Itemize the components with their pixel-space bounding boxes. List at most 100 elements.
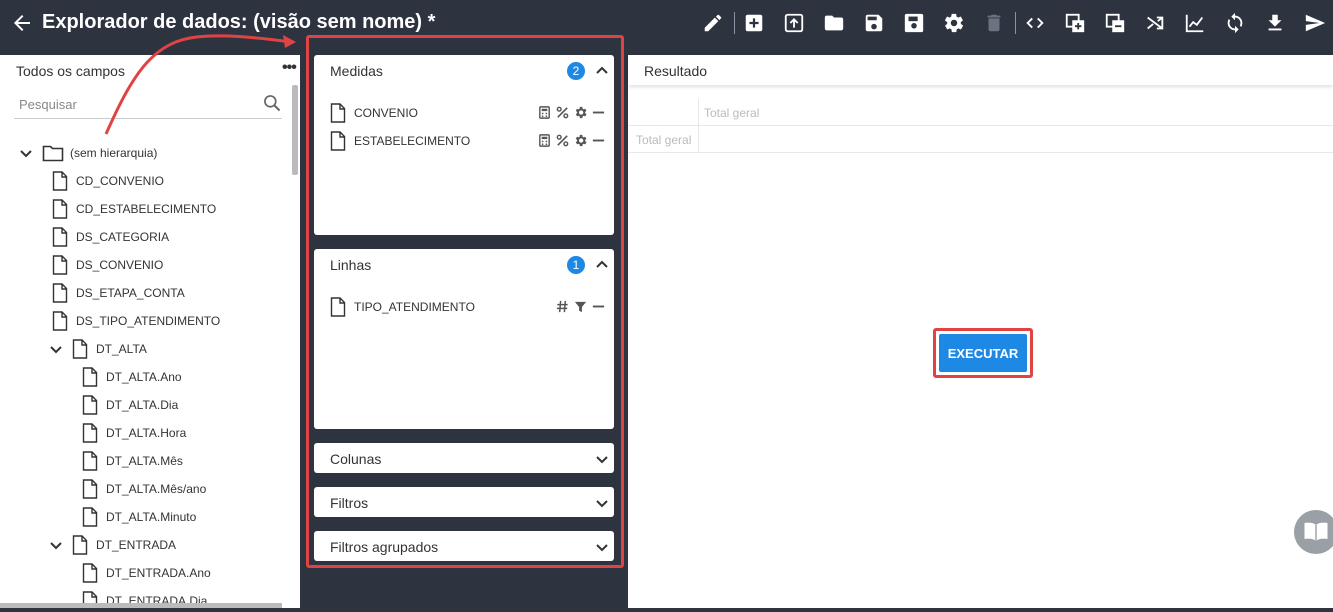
field-actions (537, 133, 606, 148)
delete-button[interactable] (981, 10, 1007, 36)
tree-item[interactable]: DT_ALTA.Mês/ano (82, 478, 206, 500)
run-button[interactable]: EXECUTAR (939, 334, 1027, 372)
rows-title: Linhas (330, 257, 372, 273)
add-button[interactable] (741, 10, 767, 36)
open-folder-button[interactable] (821, 10, 847, 36)
remove-icon[interactable] (591, 105, 606, 120)
chevron-up-icon[interactable] (593, 256, 611, 274)
back-arrow-icon[interactable] (10, 11, 34, 35)
grouped-filters-title: Filtros agrupados (330, 539, 439, 555)
chevron-down-icon[interactable] (593, 494, 611, 512)
help-button[interactable] (1294, 510, 1333, 554)
download-button[interactable] (1262, 10, 1288, 36)
folder-icon (42, 145, 64, 162)
add-copy-icon (1065, 13, 1085, 33)
tree-item-label: DT_ENTRADA.Ano (106, 566, 211, 580)
tree-item[interactable]: DS_ETAPA_CONTA (52, 282, 185, 304)
chevron-down-icon[interactable] (593, 538, 611, 556)
calculator-icon[interactable] (537, 133, 552, 148)
chevron-down-icon[interactable] (48, 341, 64, 357)
chevron-up-icon[interactable] (593, 62, 611, 80)
tree-group-dt-entrada[interactable]: DT_ENTRADA (48, 534, 176, 556)
grid-divider (698, 99, 699, 153)
tree-item[interactable]: DT_ALTA.Mês (82, 450, 183, 472)
add-copy-button[interactable] (1062, 10, 1088, 36)
search-input[interactable] (14, 93, 254, 115)
tree-item[interactable]: CD_ESTABELECIMENTO (52, 198, 216, 220)
row-field-row[interactable]: TIPO_ATENDIMENTO (330, 296, 606, 318)
save-button[interactable] (861, 10, 887, 36)
gear-icon[interactable] (573, 133, 588, 148)
tree-item-label: DS_TIPO_ATENDIMENTO (76, 314, 221, 328)
chart-icon (1185, 14, 1204, 33)
top-bar: Explorador de dados: (visão sem nome) * (0, 0, 1333, 46)
file-icon (330, 297, 346, 317)
remove-copy-icon (1105, 13, 1125, 33)
measures-card: Medidas 2 CONVENIO ESTABELECIMENTO (314, 55, 614, 235)
delete-icon (987, 14, 1001, 32)
file-icon (82, 395, 98, 415)
file-icon (330, 103, 346, 123)
search-icon[interactable] (262, 93, 282, 113)
file-icon (52, 199, 68, 219)
gear-icon[interactable] (573, 105, 588, 120)
tree-item-label: CD_CONVENIO (76, 174, 165, 188)
columns-title: Colunas (330, 451, 382, 467)
settings-icon (944, 13, 964, 33)
shuffle-icon (1147, 16, 1164, 30)
tree-item[interactable]: DS_CATEGORIA (52, 226, 169, 248)
tree-item[interactable]: DT_ALTA.Hora (82, 422, 186, 444)
measures-header[interactable]: Medidas 2 (314, 55, 614, 85)
upload-icon (784, 13, 804, 33)
more-options-icon[interactable]: ••• (282, 59, 297, 77)
file-icon (82, 479, 98, 499)
hash-icon[interactable] (555, 299, 570, 314)
tree-item[interactable]: DT_ALTA.Ano (82, 366, 182, 388)
rows-header[interactable]: Linhas 1 (314, 249, 614, 279)
code-button[interactable] (1022, 10, 1048, 36)
file-icon (82, 507, 98, 527)
tree-folder-sem-hierarquia[interactable]: (sem hierarquia) (18, 142, 157, 164)
remove-icon[interactable] (591, 133, 606, 148)
filters-card[interactable]: Filtros (314, 487, 614, 517)
chevron-down-icon[interactable] (18, 145, 34, 161)
download-icon (1268, 14, 1282, 31)
tree-item[interactable]: DS_CONVENIO (52, 254, 163, 276)
tree-item[interactable]: DT_ENTRADA.Dia (82, 590, 207, 612)
upload-button[interactable] (781, 10, 807, 36)
percent-icon[interactable] (555, 133, 570, 148)
tree-item[interactable]: DT_ALTA.Dia (82, 394, 178, 416)
send-button[interactable] (1302, 10, 1328, 36)
vertical-scrollbar[interactable] (292, 85, 298, 175)
edit-button[interactable] (700, 10, 726, 36)
run-highlight: EXECUTAR (933, 328, 1033, 378)
grouped-filters-card[interactable]: Filtros agrupados (314, 531, 614, 561)
columns-card[interactable]: Colunas (314, 443, 614, 473)
tree-item[interactable]: DS_TIPO_ATENDIMENTO (52, 310, 220, 332)
tree-item[interactable]: DT_ENTRADA.Ano (82, 562, 211, 584)
refresh-button[interactable] (1222, 10, 1248, 36)
tree-item-label: DT_ALTA.Mês (106, 454, 183, 468)
tree-item-label: DT_ALTA.Ano (106, 370, 182, 384)
remove-copy-button[interactable] (1102, 10, 1128, 36)
grand-total-row-header: Total geral (636, 133, 692, 147)
measure-field-row[interactable]: CONVENIO (330, 102, 606, 124)
chart-button[interactable] (1182, 10, 1208, 36)
measure-field-row[interactable]: ESTABELECIMENTO (330, 130, 606, 152)
tree-item-label: DT_ALTA.Dia (106, 398, 179, 412)
horizontal-scrollbar[interactable] (0, 603, 282, 608)
tree-item[interactable]: DT_ALTA.Minuto (82, 506, 196, 528)
send-icon (1305, 14, 1326, 32)
shuffle-button[interactable] (1142, 10, 1168, 36)
percent-icon[interactable] (555, 105, 570, 120)
tree-group-dt-alta[interactable]: DT_ALTA (48, 338, 147, 360)
chevron-down-icon[interactable] (48, 537, 64, 553)
chevron-down-icon[interactable] (593, 450, 611, 468)
tree-item[interactable]: CD_CONVENIO (52, 170, 164, 192)
remove-icon[interactable] (591, 299, 606, 314)
filter-icon[interactable] (573, 299, 588, 314)
settings-button[interactable] (941, 10, 967, 36)
save-as-button[interactable] (901, 10, 927, 36)
calculator-icon[interactable] (537, 105, 552, 120)
row-field-label: TIPO_ATENDIMENTO (354, 300, 475, 314)
